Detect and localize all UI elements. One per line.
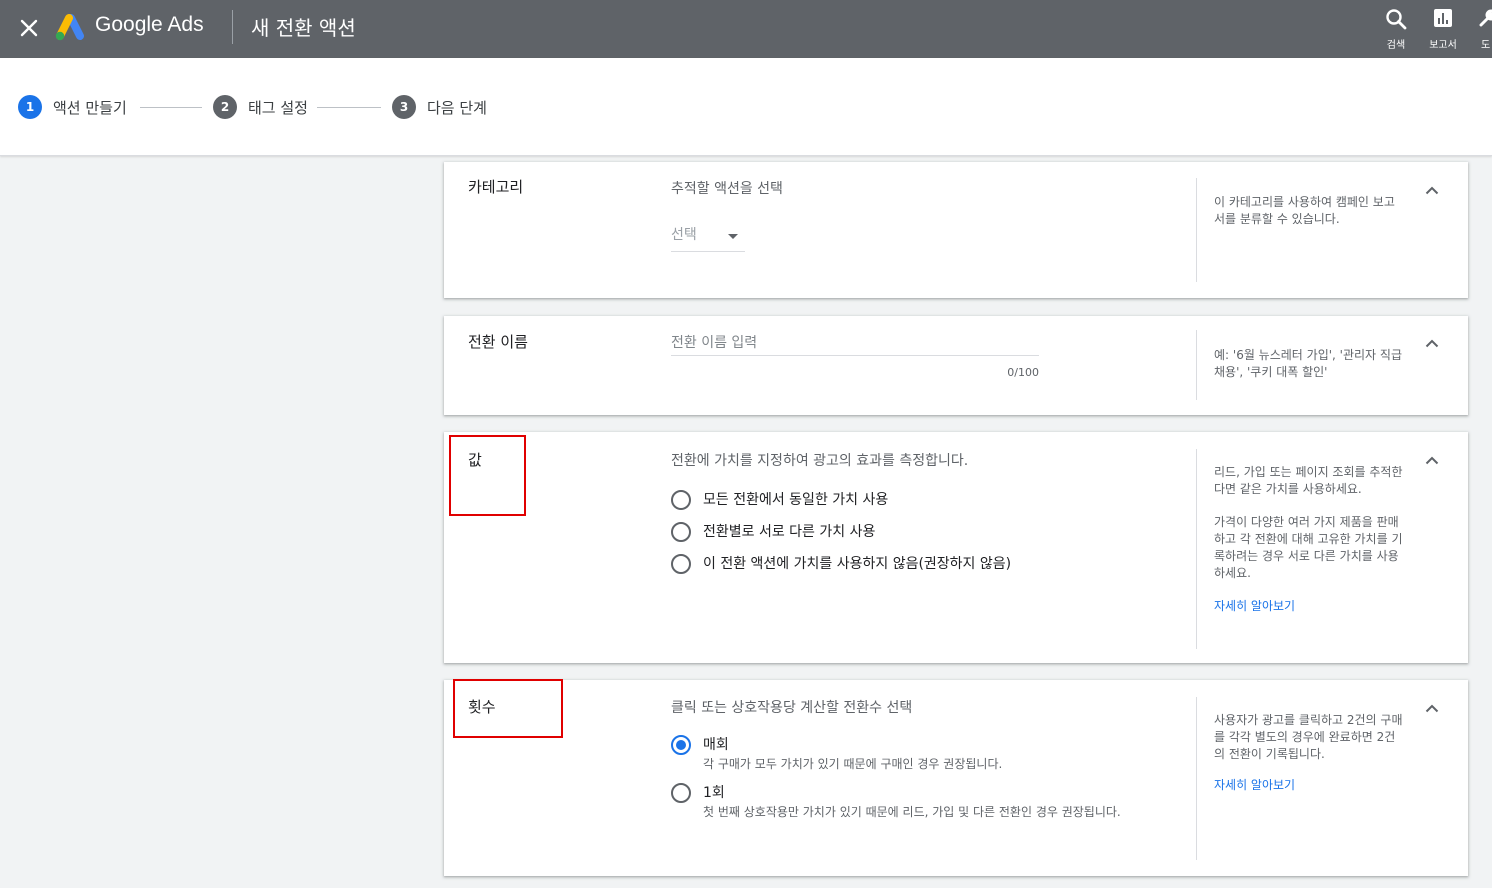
collapse-count-button[interactable] — [1422, 698, 1442, 718]
value-help-text-1: 리드, 가입 또는 페이지 조회를 추적한다면 같은 가치를 사용하세요. — [1214, 465, 1403, 496]
value-option-different[interactable]: 전환별로 서로 다른 가치 사용 — [671, 522, 875, 542]
radio-button[interactable] — [671, 554, 691, 574]
chevron-up-icon — [1425, 339, 1439, 347]
count-option-description: 각 구매가 모두 가치가 있기 때문에 구매인 경우 권장됩니다. — [703, 757, 1003, 771]
step-connector — [140, 107, 202, 108]
count-option-label: 1회 — [703, 785, 725, 801]
chevron-up-icon — [1425, 704, 1439, 712]
value-help-text-2: 가격이 다양한 여러 가지 제품을 판매하고 각 전환에 대해 고유한 가치를 … — [1214, 515, 1403, 580]
value-option-label: 이 전환 액션에 가치를 사용하지 않음(권장하지 않음) — [703, 556, 1012, 572]
radio-button[interactable] — [671, 783, 691, 803]
step-tag-setup[interactable]: 2 태그 설정 — [213, 95, 308, 119]
brand-name: Google Ads — [95, 13, 204, 36]
category-help-text: 이 카테고리를 사용하여 캠페인 보고서를 분류할 수 있습니다. — [1214, 195, 1395, 226]
conversion-name-input[interactable] — [671, 330, 1039, 356]
reports-label: 보고서 — [1429, 40, 1457, 51]
step-next-steps[interactable]: 3 다음 단계 — [392, 95, 487, 119]
collapse-category-button[interactable] — [1422, 180, 1442, 200]
conversion-name-title: 전환 이름 — [468, 333, 528, 351]
tools-button[interactable]: 도 — [1468, 6, 1492, 52]
search-button[interactable]: 검색 — [1373, 6, 1419, 52]
chevron-up-icon — [1425, 456, 1439, 464]
learn-more-link[interactable]: 자세히 알아보기 — [1214, 777, 1295, 794]
close-button[interactable] — [14, 13, 44, 43]
radio-button[interactable] — [671, 490, 691, 510]
value-description: 전환에 가치를 지정하여 광고의 효과를 측정합니다. — [671, 453, 969, 469]
value-content: 전환에 가치를 지정하여 광고의 효과를 측정합니다. 모든 전환에서 동일한 … — [671, 450, 1191, 574]
category-help: 이 카테고리를 사용하여 캠페인 보고서를 분류할 수 있습니다. — [1214, 194, 1404, 228]
reports-icon — [1434, 9, 1452, 27]
tools-icon — [1479, 9, 1492, 27]
value-option-same[interactable]: 모든 전환에서 동일한 가치 사용 — [671, 490, 888, 510]
dropdown-caret-icon — [728, 234, 738, 239]
step-create-action[interactable]: 1 액션 만들기 — [18, 95, 127, 119]
count-option-description: 첫 번째 상호작용만 가치가 있기 때문에 리드, 가입 및 다른 전환인 경우… — [703, 805, 1121, 819]
google-ads-logo-icon — [55, 14, 84, 41]
chevron-up-icon — [1425, 186, 1439, 194]
count-help-text: 사용자가 광고를 클릭하고 2건의 구매를 각각 별도의 경우에 완료하면 2건… — [1214, 713, 1403, 761]
step-number: 1 — [18, 95, 42, 119]
count-card: 횟수 클릭 또는 상호작용당 계산할 전환수 선택 매회 각 구매가 모두 가치… — [444, 680, 1468, 876]
character-counter: 0/100 — [1007, 366, 1039, 379]
step-connector — [317, 107, 381, 108]
search-icon — [1386, 9, 1407, 30]
card-divider — [1196, 697, 1197, 860]
step-number: 3 — [392, 95, 416, 119]
card-divider — [1196, 330, 1197, 400]
reports-button[interactable]: 보고서 — [1420, 6, 1466, 52]
value-option-none[interactable]: 이 전환 액션에 가치를 사용하지 않음(권장하지 않음) — [671, 554, 1011, 574]
count-description: 클릭 또는 상호작용당 계산할 전환수 선택 — [671, 700, 913, 716]
progress-stepper: 1 액션 만들기 2 태그 설정 3 다음 단계 — [0, 58, 1492, 156]
highlight-box-count — [453, 679, 563, 738]
count-option-every[interactable]: 매회 각 구매가 모두 가치가 있기 때문에 구매인 경우 권장됩니다. — [671, 735, 1173, 772]
category-card: 카테고리 추적할 액션을 선택 선택 이 카테고리를 사용하여 캠페인 보고서를… — [444, 162, 1468, 298]
learn-more-link[interactable]: 자세히 알아보기 — [1214, 598, 1295, 615]
value-card: 값 전환에 가치를 지정하여 광고의 효과를 측정합니다. 모든 전환에서 동일… — [444, 432, 1468, 663]
step-number: 2 — [213, 95, 237, 119]
category-content: 추적할 액션을 선택 선택 — [671, 178, 1191, 252]
tools-label: 도 — [1481, 40, 1491, 51]
collapse-name-button[interactable] — [1422, 333, 1442, 353]
count-option-label: 매회 — [703, 737, 729, 753]
value-help: 리드, 가입 또는 페이지 조회를 추적한다면 같은 가치를 사용하세요. 가격… — [1214, 464, 1404, 615]
category-title: 카테고리 — [468, 178, 524, 196]
page-title: 새 전환 액션 — [251, 16, 356, 40]
value-option-label: 전환별로 서로 다른 가치 사용 — [703, 524, 876, 540]
count-option-one[interactable]: 1회 첫 번째 상호작용만 가치가 있기 때문에 리드, 가입 및 다른 전환인… — [671, 783, 1173, 820]
category-select[interactable]: 선택 — [671, 222, 745, 252]
category-description: 추적할 액션을 선택 — [671, 181, 783, 197]
step-label: 다음 단계 — [427, 98, 487, 117]
count-content: 클릭 또는 상호작용당 계산할 전환수 선택 매회 각 구매가 모두 가치가 있… — [671, 697, 1191, 819]
conversion-name-card: 전환 이름 0/100 예: '6월 뉴스레터 가입', '관리자 직급 채용'… — [444, 316, 1468, 415]
collapse-value-button[interactable] — [1422, 450, 1442, 470]
header-divider — [232, 10, 233, 44]
step-label: 액션 만들기 — [53, 98, 127, 117]
card-divider — [1196, 178, 1197, 282]
step-label: 태그 설정 — [248, 98, 308, 117]
conversion-name-help: 예: '6월 뉴스레터 가입', '관리자 직급 채용', '쿠키 대폭 할인' — [1214, 347, 1404, 381]
app-header: Google Ads 새 전환 액션 검색 보고서 도 — [0, 0, 1492, 58]
conversion-name-help-text: 예: '6월 뉴스레터 가입', '관리자 직급 채용', '쿠키 대폭 할인' — [1214, 348, 1402, 379]
close-icon — [20, 19, 38, 37]
value-option-label: 모든 전환에서 동일한 가치 사용 — [703, 492, 889, 508]
radio-button-selected[interactable] — [671, 735, 691, 755]
card-divider — [1196, 449, 1197, 649]
radio-button[interactable] — [671, 522, 691, 542]
highlight-box-value — [449, 435, 526, 516]
category-select-value: 선택 — [671, 227, 697, 243]
count-help: 사용자가 광고를 클릭하고 2건의 구매를 각각 별도의 경우에 완료하면 2건… — [1214, 712, 1404, 794]
search-label: 검색 — [1386, 40, 1406, 51]
